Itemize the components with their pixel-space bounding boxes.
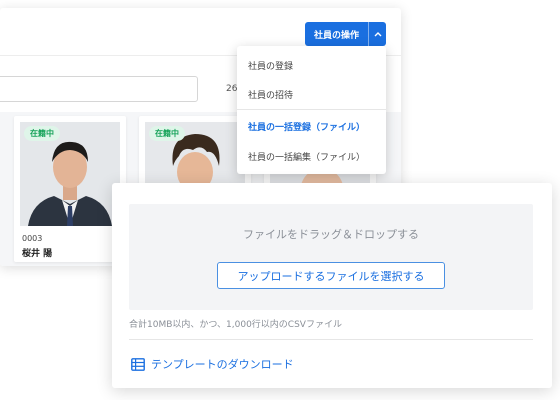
panel-divider (129, 339, 533, 340)
employee-name: 桜井 陽 (22, 249, 53, 259)
employee-card[interactable]: 在籍中 0003 桜井 陽 (14, 116, 126, 262)
result-count: 26 (226, 84, 238, 94)
employee-operations-button[interactable]: 社員の操作 (305, 22, 386, 46)
template-download-label: テンプレートのダウンロード (151, 358, 294, 371)
employee-id: 0003 (22, 234, 43, 243)
search-input[interactable] (0, 76, 198, 102)
employee-photo: 在籍中 (20, 122, 120, 226)
drop-zone-text: ファイルをドラッグ＆ドロップする (243, 228, 419, 241)
menu-item-invite-employee[interactable]: 社員の招待 (237, 79, 386, 109)
employee-operations-label: 社員の操作 (313, 30, 359, 41)
menu-item-register-employee[interactable]: 社員の登録 (237, 50, 386, 80)
employee-operations-menu: 社員の登録 社員の招待 社員の一括登録（ファイル） 社員の一括編集（ファイル） (237, 46, 386, 174)
file-limit-note: 合計10MB以内、かつ、1,000行以内のCSVファイル (129, 320, 342, 330)
file-drop-zone[interactable]: ファイルをドラッグ＆ドロップする アップロードするファイルを選択する (129, 204, 533, 310)
chevron-up-icon[interactable] (368, 22, 386, 46)
status-badge: 在籍中 (24, 126, 60, 141)
menu-item-bulk-register-file[interactable]: 社員の一括登録（ファイル） (237, 111, 386, 141)
menu-divider (237, 109, 386, 110)
select-file-button[interactable]: アップロードするファイルを選択する (217, 262, 445, 289)
file-upload-panel: ファイルをドラッグ＆ドロップする アップロードするファイルを選択する 合計10M… (112, 183, 552, 388)
menu-item-bulk-edit-file[interactable]: 社員の一括編集（ファイル） (237, 141, 386, 171)
table-icon (131, 357, 145, 371)
status-badge: 在籍中 (149, 126, 185, 141)
template-download-link[interactable]: テンプレートのダウンロード (131, 356, 294, 372)
